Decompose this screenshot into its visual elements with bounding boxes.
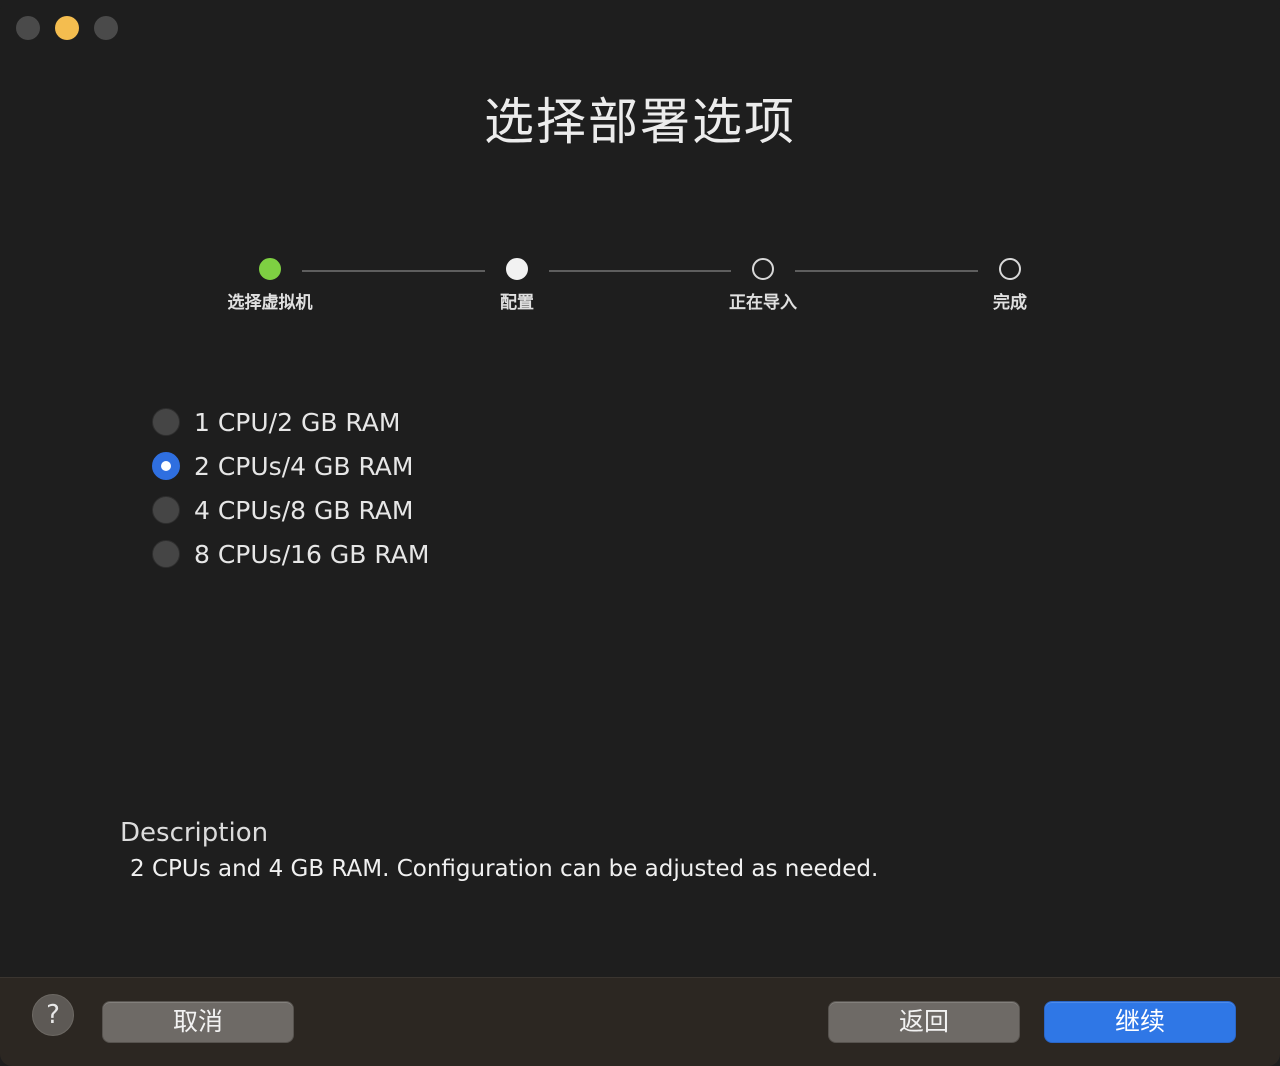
step-finish: 完成: [950, 258, 1070, 313]
radio-button[interactable]: [152, 540, 180, 568]
radio-button[interactable]: [152, 408, 180, 436]
step-label: 选择虚拟机: [227, 293, 313, 313]
radio-button[interactable]: [152, 452, 180, 480]
deployment-options: 1 CPU/2 GB RAM 2 CPUs/4 GB RAM 4 CPUs/8 …: [152, 400, 429, 576]
close-window-button[interactable]: [16, 16, 40, 40]
option-label: 8 CPUs/16 GB RAM: [194, 539, 430, 569]
step-pending-indicator: [752, 258, 774, 280]
description-text: 2 CPUs and 4 GB RAM. Configuration can b…: [130, 856, 879, 882]
option-2cpu-4gb[interactable]: 2 CPUs/4 GB RAM: [152, 444, 429, 488]
step-configure: 配置: [457, 258, 577, 313]
option-4cpu-8gb[interactable]: 4 CPUs/8 GB RAM: [152, 488, 429, 532]
step-label: 正在导入: [729, 293, 797, 313]
step-done-indicator: [259, 258, 281, 280]
page-title: 选择部署选项: [484, 93, 796, 151]
continue-button[interactable]: 继续: [1044, 1001, 1236, 1043]
option-label: 4 CPUs/8 GB RAM: [194, 495, 414, 525]
step-importing: 正在导入: [703, 258, 823, 313]
step-label: 完成: [993, 293, 1027, 313]
step-current-indicator: [506, 258, 528, 280]
zoom-window-button[interactable]: [94, 16, 118, 40]
radio-button[interactable]: [152, 496, 180, 524]
description-heading: Description: [120, 818, 269, 848]
button-bar: ? 取消 返回 继续: [0, 977, 1280, 1066]
minimize-window-button[interactable]: [55, 16, 79, 40]
cancel-button[interactable]: 取消: [102, 1001, 294, 1043]
progress-stepper: 选择虚拟机 配置 正在导入 完成: [0, 258, 1280, 318]
wizard-window: 选择部署选项 选择虚拟机 配置 正在导入 完成 1 CPU/2 GB RAM 2: [0, 0, 1280, 1066]
option-1cpu-2gb[interactable]: 1 CPU/2 GB RAM: [152, 400, 429, 444]
step-label: 配置: [500, 293, 534, 313]
step-pending-indicator: [999, 258, 1021, 280]
back-button[interactable]: 返回: [828, 1001, 1020, 1043]
step-select-vm: 选择虚拟机: [210, 258, 330, 313]
option-label: 2 CPUs/4 GB RAM: [194, 451, 414, 481]
option-label: 1 CPU/2 GB RAM: [194, 407, 401, 437]
window-controls: [16, 16, 118, 40]
help-button[interactable]: ?: [32, 994, 74, 1036]
option-8cpu-16gb[interactable]: 8 CPUs/16 GB RAM: [152, 532, 429, 576]
